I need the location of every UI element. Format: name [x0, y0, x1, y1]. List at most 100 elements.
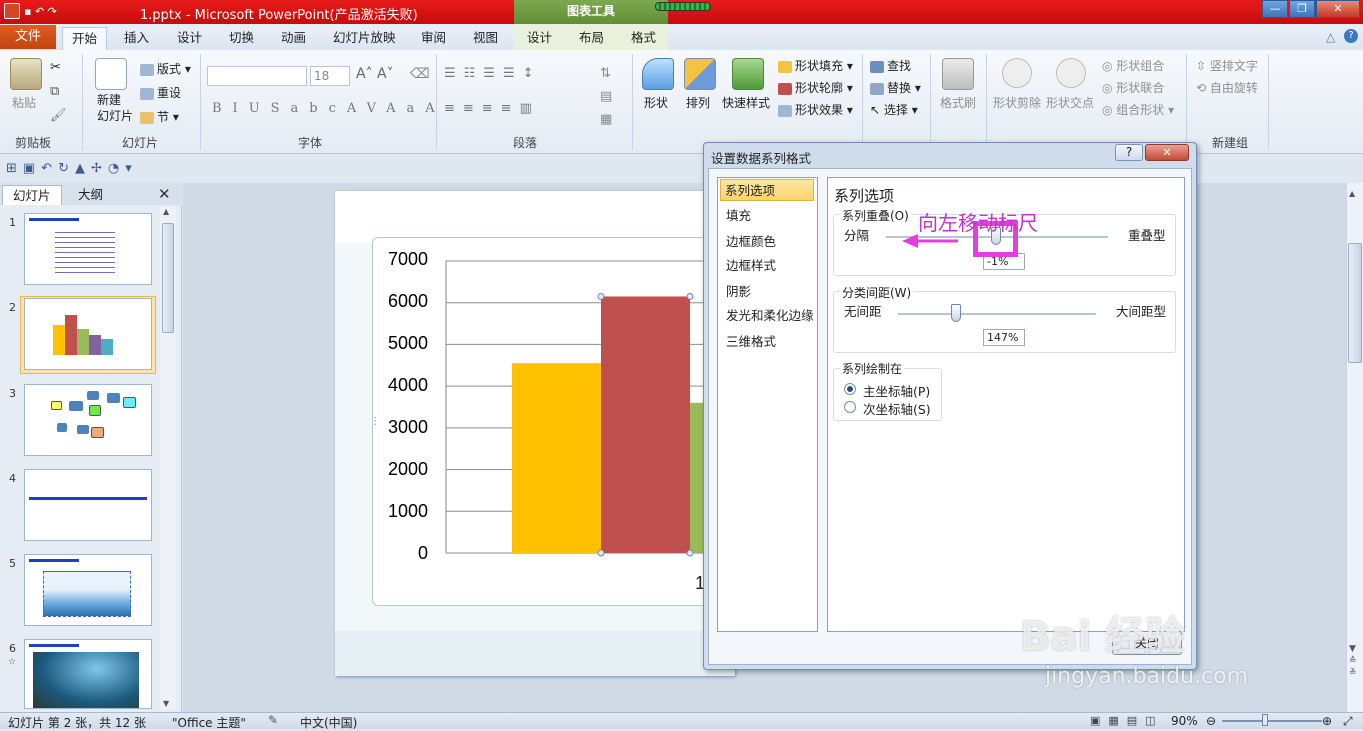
gap-value-input[interactable]: 147%	[983, 329, 1025, 346]
slide-thumbnail-3[interactable]	[24, 384, 152, 456]
view-buttons-icons[interactable]: ▣▦▤◫	[1090, 714, 1164, 727]
section-button[interactable]: 节 ▾	[140, 108, 179, 125]
zoom-in-icon[interactable]: ⊕	[1322, 714, 1332, 728]
tab-review[interactable]: 审阅	[412, 27, 455, 49]
slide-thumbnail-1[interactable]	[24, 213, 152, 285]
list-indent-icons[interactable]: ☰☷☰☰↕	[444, 66, 542, 81]
copy-icon[interactable]: ⧉	[50, 84, 59, 99]
replace-button[interactable]: 替换 ▾	[870, 79, 921, 96]
vertical-text-button[interactable]: ⇳ 竖排文字	[1196, 57, 1258, 74]
theme-status[interactable]: "Office 主题"	[172, 714, 246, 731]
arrange-icon[interactable]	[684, 58, 716, 90]
arrange-button[interactable]: 排列	[686, 94, 710, 111]
shape-outline-button[interactable]: 形状轮廓 ▾	[778, 79, 853, 96]
tab-transitions[interactable]: 切换	[220, 27, 263, 49]
editor-scrollbar[interactable]: ▲ ▼ ≙ ≚	[1346, 183, 1363, 712]
tab-insert[interactable]: 插入	[115, 27, 158, 49]
dialog-help-button[interactable]: ?	[1115, 144, 1143, 161]
tab-file[interactable]: 文件	[0, 25, 56, 49]
prev-next-slide-icons[interactable]: ▼ ≙ ≚	[1349, 643, 1357, 679]
tab-slideshow[interactable]: 幻灯片放映	[324, 27, 405, 49]
language-status[interactable]: 中文(中国)	[300, 714, 357, 731]
tab-view[interactable]: 视图	[464, 27, 507, 49]
format-painter-button[interactable]: 格式刷	[940, 94, 976, 111]
shape-union-button[interactable]: ◎ 形状联合	[1102, 79, 1164, 96]
tab-animations[interactable]: 动画	[272, 27, 315, 49]
free-rotate-button[interactable]: ⟲ 自由旋转	[1196, 79, 1258, 96]
quick-styles-icon[interactable]	[732, 58, 764, 90]
zoom-level[interactable]: 90%	[1171, 714, 1198, 728]
nav-border-color[interactable]: 边框颜色	[722, 231, 816, 253]
gap-slider-track[interactable]	[898, 313, 1096, 315]
collapse-ribbon-icon[interactable]: △	[1326, 30, 1335, 44]
cut-icon[interactable]: ✂	[50, 60, 61, 75]
font-family-select[interactable]	[207, 66, 307, 86]
clear-format-icon[interactable]: ⌫	[410, 66, 430, 82]
font-size-select[interactable]: 18	[310, 66, 350, 86]
new-slide-icon[interactable]	[95, 58, 127, 90]
shape-cut-icon[interactable]	[1002, 58, 1032, 88]
scroll-down-icon[interactable]: ▼	[163, 699, 169, 708]
scroll-up-icon[interactable]: ▲	[1349, 189, 1355, 198]
tab-chart-design[interactable]: 设计	[518, 27, 561, 49]
minimize-button[interactable]: —	[1262, 0, 1288, 18]
find-button[interactable]: 查找	[870, 57, 911, 74]
nav-fill[interactable]: 填充	[722, 205, 816, 227]
nav-shadow[interactable]: 阴影	[722, 281, 816, 303]
qat-save-icon[interactable]: ▪ ↶ ↷	[24, 5, 57, 18]
secondary-axis-radio[interactable]	[844, 401, 856, 413]
shape-intersect-button[interactable]: 形状交点	[1046, 94, 1094, 111]
quick-styles-button[interactable]: 快速样式	[722, 94, 770, 111]
nav-3d-format[interactable]: 三维格式	[722, 331, 816, 353]
maximize-button[interactable]: ❐	[1289, 0, 1315, 18]
paste-icon[interactable]	[10, 58, 42, 90]
fit-to-window-icon[interactable]: ⤢	[1343, 714, 1353, 729]
gap-slider-thumb[interactable]	[951, 304, 962, 322]
slide-thumbnail-4[interactable]	[24, 469, 152, 541]
dialog-close-x-button[interactable]: ✕	[1145, 144, 1189, 161]
zoom-out-icon[interactable]: ⊖	[1206, 714, 1216, 728]
font-style-icons[interactable]: BIUSabcAVAaA	[212, 101, 446, 116]
format-painter-icon[interactable]	[942, 58, 974, 90]
tab-chart-format[interactable]: 格式	[622, 27, 665, 49]
format-painter-small-icon[interactable]: 🖌	[50, 108, 67, 123]
tab-outline-panel[interactable]: 大纲	[68, 185, 113, 205]
shape-effects-button[interactable]: 形状效果 ▾	[778, 101, 853, 118]
shapes-button[interactable]: 形状	[644, 94, 668, 111]
nav-glow-soft-edges[interactable]: 发光和柔化边缘	[722, 305, 816, 327]
combine-shape-button[interactable]: ◎ 组合形状 ▾	[1102, 101, 1174, 118]
shape-fill-button[interactable]: 形状填充 ▾	[778, 57, 853, 74]
alignment-icons[interactable]: ≡≡≡≡▥	[444, 101, 540, 116]
tab-home[interactable]: 开始	[62, 27, 108, 51]
zoom-slider[interactable]	[1222, 720, 1322, 722]
close-window-button[interactable]: ✕	[1316, 0, 1360, 18]
powerpoint-logo-icon[interactable]	[4, 3, 20, 19]
new-slide-button[interactable]: 新建 幻灯片	[97, 92, 133, 124]
paste-button[interactable]: 粘贴	[12, 94, 36, 111]
tab-chart-layout[interactable]: 布局	[570, 27, 613, 49]
slide-thumbnail-6[interactable]	[24, 639, 152, 709]
scrollbar-thumb[interactable]	[1348, 243, 1362, 363]
slides-panel-scrollbar[interactable]	[160, 207, 176, 710]
text-direction-icons[interactable]: ⇅ ▤ ▦	[600, 62, 612, 131]
qat-icons[interactable]: ⊞▣↶↻▲✢◔▾	[6, 161, 138, 176]
select-button[interactable]: ↖ 选择 ▾	[870, 101, 918, 118]
help-icon[interactable]: ?	[1344, 29, 1358, 43]
tab-slides-panel[interactable]: 幻灯片	[2, 185, 62, 205]
proofing-icon[interactable]: ✎	[268, 713, 278, 727]
primary-axis-radio[interactable]	[844, 383, 856, 395]
shape-combine-button[interactable]: ◎ 形状组合	[1102, 57, 1164, 74]
nav-series-options[interactable]: 系列选项	[720, 179, 814, 201]
scroll-up-icon[interactable]: ▲	[163, 207, 169, 216]
slide-thumbnail-2[interactable]	[24, 298, 152, 370]
zoom-slider-thumb[interactable]	[1262, 714, 1268, 726]
grow-font-icon[interactable]: A˄ A˅	[356, 66, 394, 82]
shape-cut-button[interactable]: 形状剪除	[993, 94, 1041, 111]
shapes-icon[interactable]	[642, 58, 674, 90]
shape-intersect-icon[interactable]	[1056, 58, 1086, 88]
close-panel-icon[interactable]: ✕	[158, 185, 171, 203]
tab-design[interactable]: 设计	[168, 27, 211, 49]
reset-button[interactable]: 重设	[140, 84, 181, 101]
layout-button[interactable]: 版式 ▾	[140, 60, 191, 77]
slide-thumbnail-5[interactable]	[24, 554, 152, 626]
